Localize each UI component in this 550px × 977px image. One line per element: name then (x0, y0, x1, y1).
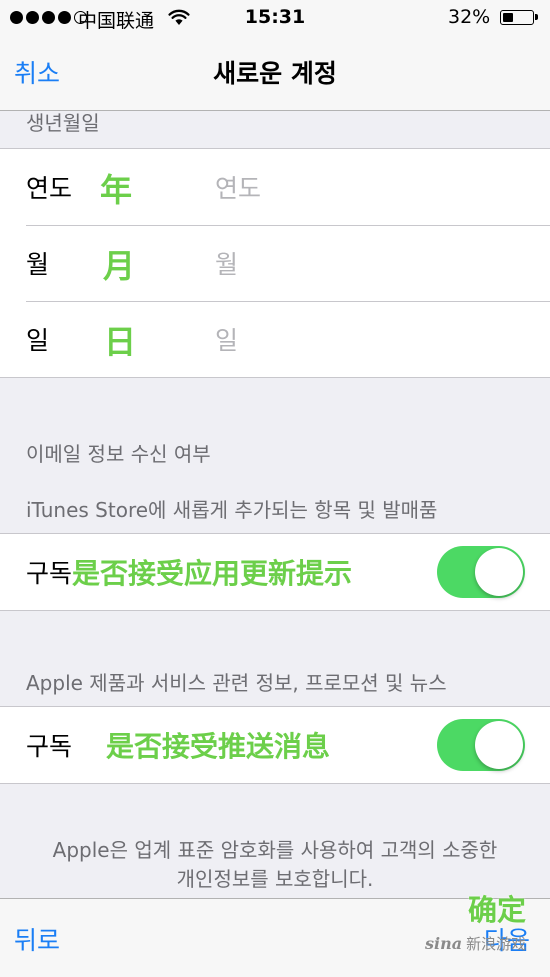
toggle-knob (475, 721, 523, 769)
navigation-bar: 취소 새로운 계정 (0, 38, 550, 111)
privacy-notice: Apple은 업계 표준 암호화를 사용하여 고객의 소중한 개인정보를 보호합… (0, 836, 550, 894)
bottom-toolbar: 뒤로 다음 确定 sina 新浪游戏 (0, 893, 550, 977)
apple-subscribe-row: 구독 是否接受推送消息 (0, 707, 550, 783)
year-input[interactable]: 연도 (215, 169, 261, 205)
month-row[interactable]: 월 月 월 (0, 225, 550, 301)
apple-news-description: Apple 제품과 서비스 관련 정보, 프로모션 및 뉴스 (26, 671, 447, 695)
email-section-header: 이메일 정보 수신 여부 (26, 442, 211, 466)
privacy-notice-line1: Apple은 업계 표준 암호화를 사용하여 고객의 소중한 (52, 838, 498, 862)
form-scroll-area[interactable]: 생년월일 연도 年 연도 월 月 월 일 日 일 이메일 정보 수신 여부 iT… (0, 111, 550, 898)
month-label: 월 (26, 250, 50, 279)
apple-subscribe-annotation: 是否接受推送消息 (106, 730, 331, 763)
itunes-subscribe-row: 구독 是否接受应用更新提示 (0, 534, 550, 610)
itunes-subscribe-annotation: 是否接受应用更新提示 (72, 557, 353, 590)
battery-fill (503, 13, 514, 22)
day-row[interactable]: 일 日 일 (0, 301, 550, 377)
year-row[interactable]: 연도 年 연도 (0, 149, 550, 225)
apple-subscribe-toggle[interactable] (437, 719, 525, 771)
month-annotation: 月 (103, 247, 136, 285)
next-annotation: 确定 (468, 893, 527, 927)
battery-icon (500, 10, 538, 25)
watermark-text: 新浪游戏 (466, 935, 527, 953)
itunes-description: iTunes Store에 새롭게 추가되는 항목 및 발매품 (26, 498, 438, 522)
toggle-knob (475, 548, 523, 596)
apple-subscribe-label: 구독 (26, 732, 73, 761)
back-button[interactable]: 뒤로 (14, 921, 60, 957)
year-annotation: 年 (100, 171, 133, 209)
sina-watermark: sina 新浪游戏 (425, 933, 526, 954)
itunes-subscribe-toggle[interactable] (437, 546, 525, 598)
birthdate-group: 연도 年 연도 월 月 월 일 日 일 (0, 148, 550, 378)
birthdate-section-header: 생년월일 (26, 111, 100, 135)
year-label: 연도 (26, 174, 73, 203)
battery-percent: 32% (448, 6, 491, 28)
day-annotation: 日 (104, 323, 137, 361)
month-input[interactable]: 월 (215, 245, 238, 281)
sina-logo: sina (425, 934, 463, 953)
page-title: 새로운 계정 (213, 59, 337, 88)
itunes-subscribe-group: 구독 是否接受应用更新提示 (0, 533, 550, 611)
day-label: 일 (26, 326, 50, 355)
day-input[interactable]: 일 (215, 321, 238, 357)
itunes-subscribe-label: 구독 (26, 559, 73, 588)
status-bar: 中国联通 15:31 32% (0, 0, 550, 38)
apple-subscribe-group: 구독 是否接受推送消息 (0, 706, 550, 784)
